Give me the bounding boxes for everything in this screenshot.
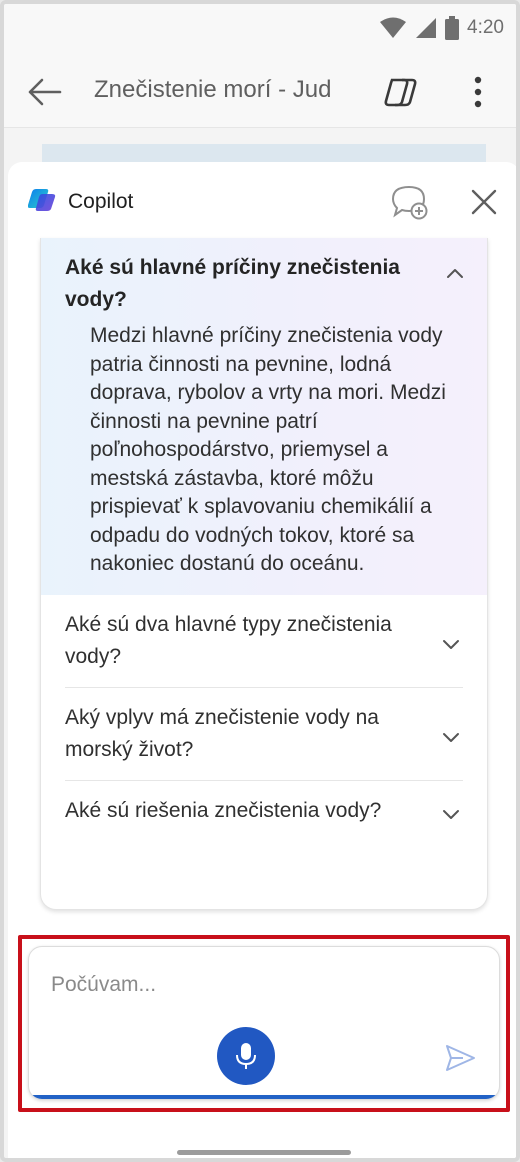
status-bar: 4:20: [4, 4, 516, 56]
microphone-button[interactable]: [217, 1027, 275, 1085]
status-time: 4:20: [467, 17, 504, 38]
close-icon[interactable]: [466, 184, 502, 220]
status-icons: 4:20: [379, 16, 504, 40]
faq-item[interactable]: Aké sú dva hlavné typy znečistenia vody?: [65, 595, 463, 688]
faq-question: Aké sú riešenia znečistenia vody?: [65, 798, 382, 822]
more-vert-icon[interactable]: [462, 72, 494, 112]
wifi-icon: [380, 17, 407, 38]
send-icon[interactable]: [443, 1041, 477, 1075]
prompt-placeholder: Počúvam...: [51, 973, 157, 996]
microphone-icon: [236, 1043, 256, 1069]
back-arrow-icon[interactable]: [24, 72, 64, 112]
chevron-down-icon[interactable]: [441, 637, 461, 651]
faq-item-expanded[interactable]: Aké sú hlavné príčiny znečistenia vody? …: [41, 238, 487, 595]
copilot-icon[interactable]: [378, 70, 422, 114]
faq-item[interactable]: Aké sú riešenia znečistenia vody?: [65, 781, 463, 841]
document-title: Znečistenie morí - Jud: [94, 76, 332, 103]
input-underline: [29, 1095, 499, 1099]
chevron-down-icon[interactable]: [441, 730, 461, 744]
faq-answer: Medzi hlavné príčiny znečistenia vody pa…: [90, 324, 446, 575]
faq-item[interactable]: Aký vplyv má znečistenie vody na morský …: [65, 688, 463, 781]
faq-question: Aký vplyv má znečistenie vody na morský …: [65, 705, 379, 761]
chevron-down-icon[interactable]: [441, 807, 461, 821]
prompt-input[interactable]: Počúvam...: [28, 946, 500, 1100]
faq-question: Aké sú dva hlavné typy znečistenia vody?: [65, 612, 392, 668]
battery-icon: [445, 16, 460, 40]
faq-question: Aké sú hlavné príčiny znečistenia vody?: [65, 256, 400, 311]
copilot-header: Copilot: [8, 162, 516, 238]
copilot-title: Copilot: [68, 190, 134, 213]
copilot-logo-icon: [28, 189, 56, 211]
phone-frame: 4:20 Znečistenie morí - Jud Copilot Aké …: [0, 0, 520, 1162]
app-bar: Znečistenie morí - Jud: [4, 56, 516, 128]
chevron-up-icon[interactable]: [445, 266, 465, 280]
suggestions-card: Aké sú hlavné príčiny znečistenia vody? …: [40, 238, 488, 910]
gesture-nav-bar[interactable]: [177, 1150, 351, 1155]
new-chat-icon[interactable]: [390, 184, 428, 220]
signal-icon: [416, 18, 437, 38]
